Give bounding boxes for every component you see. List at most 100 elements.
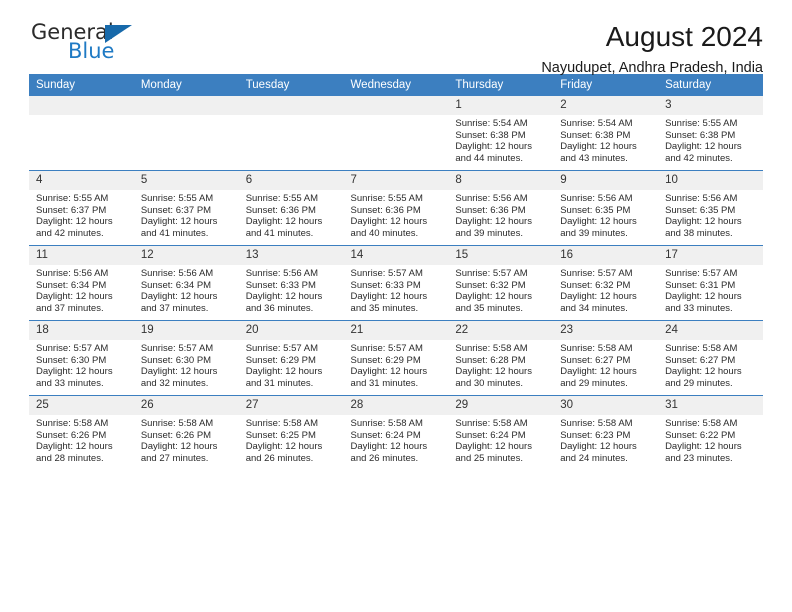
calendar-day-cell[interactable]: 25 Sunrise: 5:58 AM Sunset: 6:26 PM Dayligh… — [29, 395, 134, 470]
calendar-day-cell[interactable]: 10 Sunrise: 5:56 AM Sunset: 6:35 PM Dayligh… — [658, 170, 763, 246]
day-details: Sunrise: 5:55 AM Sunset: 6:37 PM Daylight:… — [134, 190, 239, 239]
sunset-time: Sunset: 6:24 PM — [455, 429, 526, 441]
calendar-day-cell[interactable]: 29 Sunrise: 5:58 AM Sunset: 6:24 PM Dayligh… — [448, 395, 554, 470]
sunrise-time: Sunrise: 5:57 AM — [245, 343, 319, 354]
calendar-day-cell[interactable]: 14 Sunrise: 5:57 AM Sunset: 6:33 PM Dayligh… — [343, 245, 449, 321]
calendar-day-cell[interactable]: 23 Sunrise: 5:58 AM Sunset: 6:27 PM Dayligh… — [553, 320, 659, 396]
calendar-day-cell[interactable]: 18 Sunrise: 5:57 AM Sunset: 6:30 PM Dayligh… — [29, 320, 134, 396]
sunrise-time: Sunrise: 5:57 AM — [350, 343, 423, 354]
daylight-duration-line1: Daylight: 12 hours — [140, 441, 218, 453]
calendar-day-cell[interactable]: 30 Sunrise: 5:58 AM Sunset: 6:23 PM Dayligh… — [553, 395, 659, 470]
day-number: 2 — [553, 96, 659, 115]
daylight-duration-line2: and 29 minutes. — [560, 377, 628, 389]
calendar-day-cell[interactable]: 31 Sunrise: 5:58 AM Sunset: 6:22 PM Dayligh… — [658, 395, 763, 470]
day-number: 8 — [448, 171, 554, 190]
day-details: Sunrise: 5:54 AM Sunset: 6:38 PM Daylight:… — [448, 115, 553, 164]
day-details: Sunrise: 5:58 AM Sunset: 6:22 PM Daylight:… — [658, 415, 763, 464]
weekday-header-thursday: Thursday — [448, 74, 554, 96]
calendar-day-cell[interactable]: 20 Sunrise: 5:57 AM Sunset: 6:29 PM Dayligh… — [238, 320, 344, 396]
calendar-day-cell[interactable]: 9 Sunrise: 5:56 AM Sunset: 6:35 PM Daylight… — [553, 170, 659, 246]
calendar-day-cell[interactable]: 19 Sunrise: 5:57 AM Sunset: 6:30 PM Dayligh… — [133, 320, 239, 396]
sunset-time: Sunset: 6:35 PM — [665, 204, 736, 216]
sunrise-time: Sunrise: 5:58 AM — [455, 343, 528, 354]
day-details: Sunrise: 5:57 AM Sunset: 6:32 PM Daylight:… — [553, 265, 658, 314]
sunset-time: Sunset: 6:29 PM — [245, 354, 316, 366]
sunrise-time: Sunrise: 5:57 AM — [665, 268, 738, 279]
calendar-week-row: 4 Sunrise: 5:55 AM Sunset: 6:37 PM Daylight… — [29, 170, 763, 246]
day-number: 28 — [343, 396, 449, 415]
calendar-day-cell[interactable]: 27 Sunrise: 5:58 AM Sunset: 6:25 PM Dayligh… — [238, 395, 344, 470]
sunset-time: Sunset: 6:27 PM — [560, 354, 631, 366]
calendar-day-cell[interactable]: 11 Sunrise: 5:56 AM Sunset: 6:34 PM Dayligh… — [29, 245, 134, 321]
daylight-duration-line1: Daylight: 12 hours — [665, 441, 742, 453]
calendar-day-cell[interactable]: 15 Sunrise: 5:57 AM Sunset: 6:32 PM Dayligh… — [448, 245, 554, 321]
calendar-day-cell[interactable]: 6 Sunrise: 5:55 AM Sunset: 6:36 PM Daylight… — [238, 170, 344, 246]
daylight-duration-line2: and 39 minutes. — [455, 227, 523, 239]
sunrise-time: Sunrise: 5:58 AM — [560, 343, 633, 354]
day-details: Sunrise: 5:55 AM Sunset: 6:37 PM Daylight:… — [29, 190, 134, 239]
calendar-day-cell[interactable]: 12 Sunrise: 5:56 AM Sunset: 6:34 PM Dayligh… — [133, 245, 239, 321]
sunset-time: Sunset: 6:37 PM — [36, 204, 107, 216]
day-details: Sunrise: 5:56 AM Sunset: 6:36 PM Daylight:… — [448, 190, 553, 239]
sunset-time: Sunset: 6:38 PM — [455, 129, 526, 141]
general-blue-logo[interactable]: General Blue — [29, 22, 149, 68]
day-number: 19 — [133, 321, 239, 340]
sunset-time: Sunset: 6:32 PM — [455, 279, 526, 291]
calendar-page: General Blue August 2024 Nayudupet, Andh… — [0, 0, 792, 612]
sunset-time: Sunset: 6:29 PM — [350, 354, 421, 366]
calendar-day-cell[interactable]: 16 Sunrise: 5:57 AM Sunset: 6:32 PM Dayligh… — [553, 245, 659, 321]
calendar-day-cell[interactable]: 8 Sunrise: 5:56 AM Sunset: 6:36 PM Daylight… — [448, 170, 554, 246]
calendar-day-cell[interactable]: 3 Sunrise: 5:55 AM Sunset: 6:38 PM Daylight… — [658, 96, 763, 171]
day-number: 7 — [343, 171, 449, 190]
daylight-duration-line1: Daylight: 12 hours — [560, 291, 637, 303]
daylight-duration-line1: Daylight: 12 hours — [455, 141, 532, 153]
calendar-day-cell[interactable]: 13 Sunrise: 5:56 AM Sunset: 6:33 PM Dayligh… — [238, 245, 344, 321]
calendar-week-row: 11 Sunrise: 5:56 AM Sunset: 6:34 PM Dayligh… — [29, 245, 763, 321]
calendar-day-cell[interactable]: 4 Sunrise: 5:55 AM Sunset: 6:37 PM Daylight… — [29, 170, 134, 246]
calendar-day-cell[interactable]: 22 Sunrise: 5:58 AM Sunset: 6:28 PM Dayligh… — [448, 320, 554, 396]
daylight-duration-line1: Daylight: 12 hours — [245, 366, 323, 378]
logo-text-blue: Blue — [68, 39, 115, 63]
sunrise-time: Sunrise: 5:55 AM — [665, 118, 738, 129]
calendar-day-cell[interactable]: 28 Sunrise: 5:58 AM Sunset: 6:24 PM Dayligh… — [343, 395, 449, 470]
sunrise-time: Sunrise: 5:55 AM — [245, 193, 319, 204]
weekday-header-wednesday: Wednesday — [343, 74, 449, 96]
daylight-duration-line1: Daylight: 12 hours — [140, 291, 218, 303]
calendar-day-cell[interactable]: 1 Sunrise: 5:54 AM Sunset: 6:38 PM Daylight… — [448, 96, 554, 171]
sunset-time: Sunset: 6:26 PM — [140, 429, 212, 441]
sunrise-time: Sunrise: 5:57 AM — [455, 268, 528, 279]
daylight-duration-line2: and 26 minutes. — [350, 452, 419, 464]
calendar-day-cell[interactable]: 5 Sunrise: 5:55 AM Sunset: 6:37 PM Daylight… — [133, 170, 239, 246]
calendar-day-cell[interactable]: 24 Sunrise: 5:58 AM Sunset: 6:27 PM Dayligh… — [658, 320, 763, 396]
day-number: 23 — [553, 321, 659, 340]
day-number: 4 — [29, 171, 134, 190]
day-details: Sunrise: 5:58 AM Sunset: 6:25 PM Daylight:… — [239, 415, 344, 464]
daylight-duration-line2: and 33 minutes. — [665, 302, 733, 314]
day-number: 16 — [553, 246, 659, 265]
calendar-day-cell[interactable]: 17 Sunrise: 5:57 AM Sunset: 6:31 PM Dayligh… — [658, 245, 763, 321]
calendar-day-cell[interactable]: 21 Sunrise: 5:57 AM Sunset: 6:29 PM Dayligh… — [343, 320, 449, 396]
sunset-time: Sunset: 6:32 PM — [560, 279, 631, 291]
daylight-duration-line2: and 24 minutes. — [560, 452, 628, 464]
day-number: 9 — [553, 171, 659, 190]
day-number: 12 — [133, 246, 239, 265]
sunset-time: Sunset: 6:27 PM — [665, 354, 736, 366]
calendar-day-cell[interactable]: 26 Sunrise: 5:58 AM Sunset: 6:26 PM Dayligh… — [133, 395, 239, 470]
daylight-duration-line2: and 42 minutes. — [36, 227, 104, 239]
sunset-time: Sunset: 6:34 PM — [36, 279, 107, 291]
calendar-day-cell[interactable]: 7 Sunrise: 5:55 AM Sunset: 6:36 PM Daylight… — [343, 170, 449, 246]
calendar-week-row: 18 Sunrise: 5:57 AM Sunset: 6:30 PM Dayligh… — [29, 320, 763, 396]
day-number: 27 — [238, 396, 344, 415]
sunrise-time: Sunrise: 5:57 AM — [140, 343, 214, 354]
day-number: 1 — [448, 96, 554, 115]
sunrise-time: Sunrise: 5:56 AM — [140, 268, 214, 279]
daylight-duration-line1: Daylight: 12 hours — [455, 291, 532, 303]
sunrise-time: Sunrise: 5:58 AM — [665, 343, 738, 354]
daylight-duration-line2: and 29 minutes. — [665, 377, 733, 389]
daylight-duration-line1: Daylight: 12 hours — [560, 441, 637, 453]
daylight-duration-line2: and 34 minutes. — [560, 302, 628, 314]
daylight-duration-line2: and 30 minutes. — [455, 377, 523, 389]
daylight-duration-line2: and 35 minutes. — [350, 302, 419, 314]
sunset-time: Sunset: 6:36 PM — [245, 204, 316, 216]
calendar-day-cell[interactable]: 2 Sunrise: 5:54 AM Sunset: 6:38 PM Daylight… — [553, 96, 659, 171]
